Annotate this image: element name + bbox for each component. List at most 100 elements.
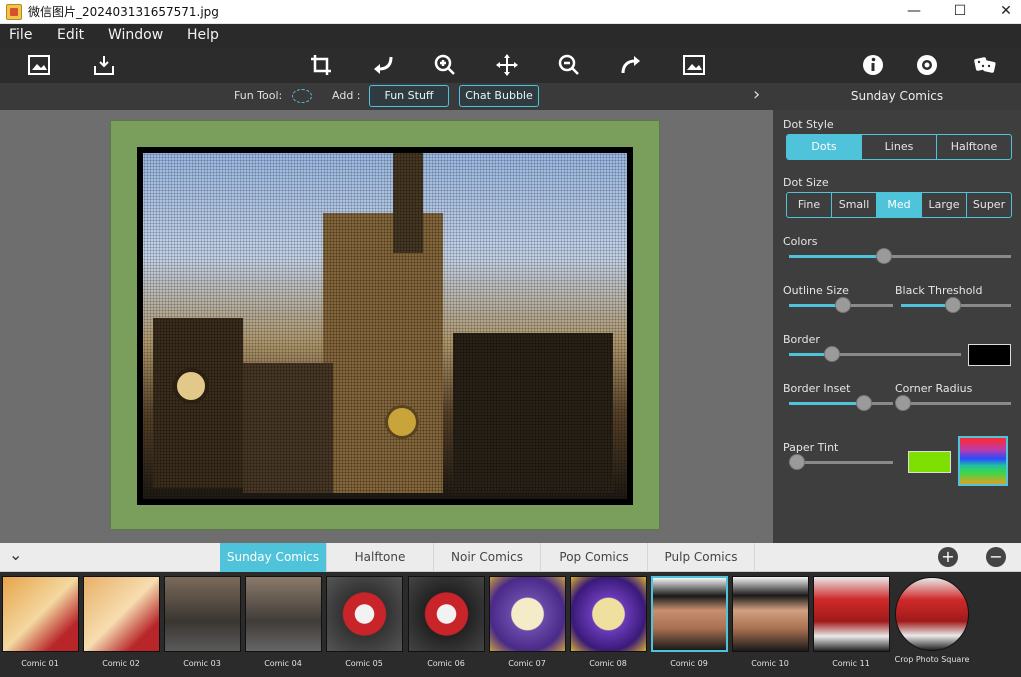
thumbnail-label: Comic 08 xyxy=(589,659,627,668)
thumbnail-comic-04[interactable] xyxy=(245,576,322,652)
thumbnail-label: Comic 03 xyxy=(183,659,221,668)
chevron-down-icon[interactable]: ⌄ xyxy=(9,545,22,564)
slider-thumb[interactable] xyxy=(945,297,961,313)
thumbnail-label: Comic 11 xyxy=(832,659,870,668)
tab-pop-comics[interactable]: Pop Comics xyxy=(541,543,648,572)
circle-crop-preview xyxy=(895,577,969,651)
thumbnail-label: Comic 05 xyxy=(345,659,383,668)
black-threshold-slider[interactable] xyxy=(901,297,1011,313)
comic-photo[interactable] xyxy=(137,147,633,505)
move-icon[interactable] xyxy=(492,50,522,80)
dice-icon[interactable] xyxy=(970,50,1000,80)
menu-bar: File Edit Window Help xyxy=(0,24,1021,47)
thumbnail-comic-05[interactable] xyxy=(326,576,403,652)
thumbnail-comic-02[interactable] xyxy=(83,576,160,652)
dot-size-super[interactable]: Super xyxy=(966,193,1011,217)
slider-thumb[interactable] xyxy=(835,297,851,313)
panel-title: Sunday Comics xyxy=(850,89,944,103)
fit-image-icon[interactable] xyxy=(679,50,709,80)
dot-size-med[interactable]: Med xyxy=(876,193,921,217)
menu-help[interactable]: Help xyxy=(187,27,219,43)
tab-sunday-comics[interactable]: Sunday Comics xyxy=(220,543,327,572)
black-threshold-label: Black Threshold xyxy=(895,284,983,297)
save-icon[interactable] xyxy=(89,50,119,80)
menu-file[interactable]: File xyxy=(9,27,32,43)
tab-noir-comics[interactable]: Noir Comics xyxy=(434,543,541,572)
tower xyxy=(323,213,443,493)
menu-window[interactable]: Window xyxy=(108,27,163,43)
settings-icon[interactable] xyxy=(912,50,942,80)
close-button[interactable]: ✕ xyxy=(983,0,1021,24)
dot-style-dots[interactable]: Dots xyxy=(787,135,861,159)
thumbnail-label: Comic 10 xyxy=(751,659,789,668)
dot-style-halftone[interactable]: Halftone xyxy=(936,135,1011,159)
outline-size-slider[interactable] xyxy=(789,297,893,313)
thumbnail-comic-10[interactable] xyxy=(732,576,809,652)
zoom-in-icon[interactable] xyxy=(430,50,460,80)
color-spectrum-picker[interactable] xyxy=(958,436,1008,486)
slider-thumb[interactable] xyxy=(789,454,805,470)
slider-thumb[interactable] xyxy=(824,346,840,362)
rotate-right-icon[interactable] xyxy=(616,50,646,80)
thumbnail-label: Comic 04 xyxy=(264,659,302,668)
paper-tint-swatch[interactable] xyxy=(908,451,951,473)
lasso-icon[interactable] xyxy=(292,89,312,103)
menu-edit[interactable]: Edit xyxy=(57,27,84,43)
toolbar xyxy=(0,47,1021,83)
paper-tint-slider[interactable] xyxy=(789,454,893,470)
border-color-swatch[interactable] xyxy=(968,344,1011,366)
dot-size-small[interactable]: Small xyxy=(831,193,876,217)
colors-label: Colors xyxy=(783,235,818,248)
chat-bubble-button[interactable]: Chat Bubble xyxy=(459,85,539,107)
thumbnail-comic-03[interactable] xyxy=(164,576,241,652)
colors-slider[interactable] xyxy=(789,248,1011,264)
thumbnail-crop-photo-square[interactable] xyxy=(894,576,971,652)
border-slider[interactable] xyxy=(789,346,961,362)
rotate-left-icon[interactable] xyxy=(368,50,398,80)
house xyxy=(243,363,333,493)
maximize-button[interactable]: ☐ xyxy=(937,0,983,24)
thumbnail-label: Comic 01 xyxy=(21,659,59,668)
round-window xyxy=(173,368,209,404)
border-inset-label: Border Inset xyxy=(783,382,851,395)
thumbnail-comic-01[interactable] xyxy=(2,576,79,652)
zoom-out-icon[interactable] xyxy=(554,50,584,80)
slider-thumb[interactable] xyxy=(876,248,892,264)
gear xyxy=(385,405,419,439)
thumbnail-comic-11[interactable] xyxy=(813,576,890,652)
dot-size-fine[interactable]: Fine xyxy=(787,193,831,217)
minimize-button[interactable]: — xyxy=(891,0,937,24)
lamp-structure xyxy=(153,318,243,488)
trees-dark xyxy=(453,333,613,493)
thumbnail-comic-06[interactable] xyxy=(408,576,485,652)
add-preset-button[interactable]: + xyxy=(938,547,958,567)
fun-tool-label: Fun Tool: xyxy=(234,89,283,102)
crop-icon[interactable] xyxy=(306,50,336,80)
chevron-right-icon[interactable]: › xyxy=(753,84,760,105)
corner-radius-slider[interactable] xyxy=(895,395,1011,411)
slider-thumb[interactable] xyxy=(895,395,911,411)
thumbnail-comic-07[interactable] xyxy=(489,576,566,652)
thumbnail-label: Crop Photo Square xyxy=(894,655,970,664)
thumbnail-label: Comic 07 xyxy=(508,659,546,668)
preset-thumbnail-strip: Comic 01 Comic 02 Comic 03 Comic 04 Comi… xyxy=(0,572,1021,677)
thumbnail-label: Comic 09 xyxy=(670,659,708,668)
info-icon[interactable] xyxy=(858,50,888,80)
settings-panel: Dot Style Dots Lines Halftone Dot Size F… xyxy=(773,110,1021,543)
border-inset-slider[interactable] xyxy=(789,395,893,411)
slider-thumb[interactable] xyxy=(856,395,872,411)
fun-stuff-button[interactable]: Fun Stuff xyxy=(369,85,449,107)
dot-style-lines[interactable]: Lines xyxy=(861,135,936,159)
remove-preset-button[interactable]: − xyxy=(986,547,1006,567)
thumbnail-comic-09[interactable] xyxy=(651,576,728,652)
open-image-icon[interactable] xyxy=(24,50,54,80)
tab-pulp-comics[interactable]: Pulp Comics xyxy=(648,543,755,572)
border-label: Border xyxy=(783,333,820,346)
thumbnail-label: Comic 02 xyxy=(102,659,140,668)
tab-halftone[interactable]: Halftone xyxy=(327,543,434,572)
window-title: 微信图片_202403131657571.jpg xyxy=(28,5,219,19)
thumbnail-comic-08[interactable] xyxy=(570,576,647,652)
dot-size-large[interactable]: Large xyxy=(921,193,966,217)
halftone-image xyxy=(143,153,627,499)
thumbnail-label: Comic 06 xyxy=(427,659,465,668)
